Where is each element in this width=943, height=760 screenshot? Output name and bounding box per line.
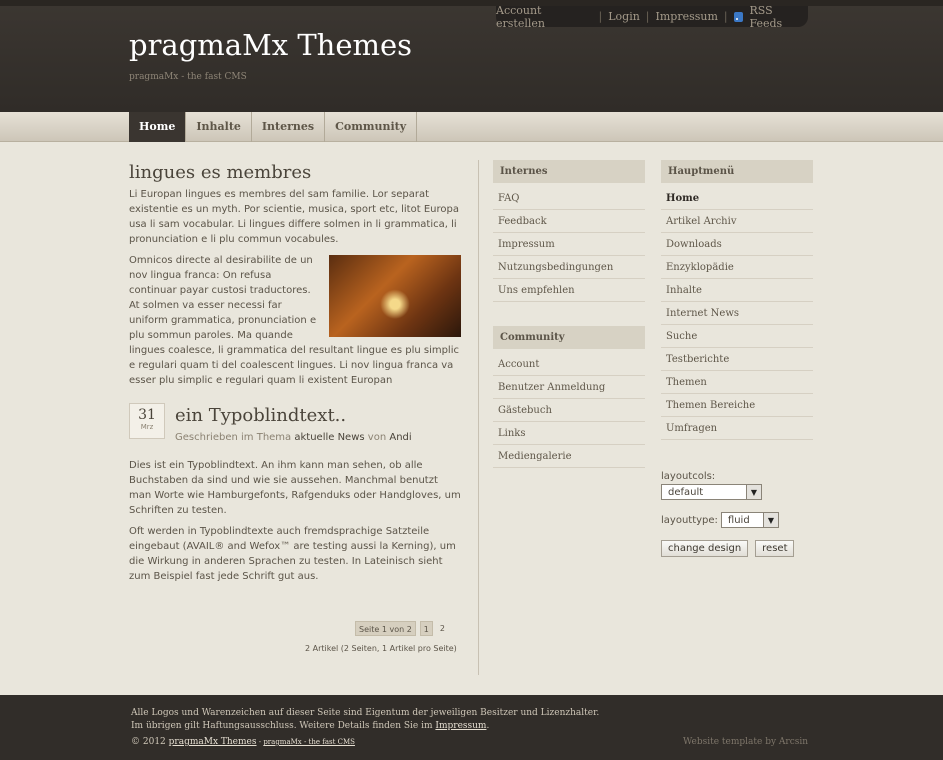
site-footer: Alle Logos und Warenzeichen auf dieser S… bbox=[0, 695, 943, 760]
post-paragraph: Dies ist ein Typoblindtext. An ihm kann … bbox=[129, 460, 461, 516]
meta-prefix: Geschrieben im Thema bbox=[175, 432, 292, 443]
topic-link[interactable]: aktuelle News bbox=[294, 432, 364, 443]
menu-item-faq[interactable]: FAQ bbox=[493, 187, 645, 210]
chevron-down-icon: ▼ bbox=[746, 485, 761, 499]
footer-text: . bbox=[486, 721, 490, 731]
form-buttons: change design reset bbox=[661, 540, 821, 557]
post-body: Dies ist ein Typoblindtext. An ihm kann … bbox=[129, 458, 461, 590]
block-internes: Internes FAQ Feedback Impressum Nutzungs… bbox=[493, 160, 645, 302]
separator: | bbox=[645, 10, 650, 23]
main-nav: Home Inhalte Internes Community bbox=[129, 112, 418, 142]
layouttype-value: fluid bbox=[727, 514, 750, 526]
post-meta: Geschrieben im Thema aktuelle News von A… bbox=[175, 432, 412, 443]
block-title: Community bbox=[493, 326, 645, 349]
layouttype-label: layouttype: bbox=[661, 514, 718, 526]
article-title[interactable]: lingues es membres bbox=[129, 162, 461, 183]
menu-item-artikel-archiv[interactable]: Artikel Archiv bbox=[661, 210, 813, 233]
rss-icon[interactable] bbox=[733, 11, 744, 22]
meta-by: von bbox=[367, 432, 387, 443]
layouttype-select[interactable]: fluid ▼ bbox=[720, 512, 779, 528]
footer-brand-small-link[interactable]: pragmaMx - the fast CMS bbox=[263, 738, 355, 746]
date-day: 31 bbox=[138, 407, 156, 423]
footer-line: Alle Logos und Warenzeichen auf dieser S… bbox=[131, 708, 600, 718]
footer-text: Im übrigen gilt Haftungsausschluss. Weit… bbox=[131, 721, 433, 731]
article-paragraph: Li Europan lingues es membres del sam fa… bbox=[129, 189, 459, 245]
template-credit: Website template by Arcsin bbox=[683, 737, 809, 747]
footer-copyright: © 2012 pragmaMx Themes - pragmaMx - the … bbox=[131, 737, 355, 747]
menu-item-impressum[interactable]: Impressum bbox=[493, 233, 645, 256]
menu-item-mediengalerie[interactable]: Mediengalerie bbox=[493, 445, 645, 468]
page-info: Seite 1 von 2 bbox=[355, 621, 416, 636]
block-title: Internes bbox=[493, 160, 645, 183]
menu-item-testberichte[interactable]: Testberichte bbox=[661, 348, 813, 371]
footer-line: Im übrigen gilt Haftungsausschluss. Weit… bbox=[131, 721, 489, 731]
separator: | bbox=[598, 10, 603, 23]
block-community: Community Account Benutzer Anmeldung Gäs… bbox=[493, 326, 645, 468]
site-title[interactable]: pragmaMx Themes bbox=[129, 28, 412, 62]
menu-item-feedback[interactable]: Feedback bbox=[493, 210, 645, 233]
pagination: Seite 1 von 2 1 2 bbox=[355, 621, 448, 636]
layoutcols-value: default bbox=[668, 486, 704, 498]
block-title: Hauptmenü bbox=[661, 160, 813, 183]
author-link[interactable]: Andi bbox=[389, 432, 411, 443]
post-title[interactable]: ein Typoblindtext.. bbox=[175, 405, 346, 426]
nav-home[interactable]: Home bbox=[129, 112, 187, 142]
menu-item-nutzungsbedingungen[interactable]: Nutzungsbedingungen bbox=[493, 256, 645, 279]
login-link[interactable]: Login bbox=[608, 10, 640, 23]
block-hauptmenu: Hauptmenü Home Artikel Archiv Downloads … bbox=[661, 160, 813, 440]
page-current: 1 bbox=[419, 621, 433, 636]
menu-item-themen-bereiche[interactable]: Themen Bereiche bbox=[661, 394, 813, 417]
main-content: lingues es membres Li Europan lingues es… bbox=[129, 162, 461, 394]
rss-feeds-link[interactable]: RSS Feeds bbox=[749, 4, 808, 30]
post-paragraph: Oft werden in Typoblindtexte auch fremds… bbox=[129, 526, 456, 582]
post-header: 31 Mrz ein Typoblindtext.. Geschrieben i… bbox=[129, 403, 461, 443]
top-links-bar: Account erstellen | Login | Impressum | … bbox=[496, 4, 808, 30]
copyright-text: © 2012 bbox=[131, 737, 166, 747]
menu-item-links[interactable]: Links bbox=[493, 422, 645, 445]
reset-button[interactable]: reset bbox=[755, 540, 795, 557]
footer-brand-link[interactable]: pragmaMx Themes bbox=[169, 737, 257, 747]
column-divider bbox=[478, 160, 479, 675]
footer-impressum-link[interactable]: Impressum bbox=[435, 721, 486, 731]
menu-item-enzyklopaedie[interactable]: Enzyklopädie bbox=[661, 256, 813, 279]
menu-item-themen[interactable]: Themen bbox=[661, 371, 813, 394]
site-slogan: pragmaMx - the fast CMS bbox=[129, 72, 247, 82]
menu-item-suche[interactable]: Suche bbox=[661, 325, 813, 348]
menu-item-inhalte[interactable]: Inhalte bbox=[661, 279, 813, 302]
layout-form: layoutcols: default ▼ layouttype: fluid … bbox=[661, 471, 821, 557]
menu-item-gaestebuch[interactable]: Gästebuch bbox=[493, 399, 645, 422]
layoutcols-label: layoutcols: bbox=[661, 471, 716, 482]
menu-item-uns-empfehlen[interactable]: Uns empfehlen bbox=[493, 279, 645, 302]
menu-item-internet-news[interactable]: Internet News bbox=[661, 302, 813, 325]
separator: | bbox=[723, 10, 728, 23]
article-count: 2 Artikel (2 Seiten, 1 Artikel pro Seite… bbox=[305, 644, 457, 653]
layoutcols-select[interactable]: default ▼ bbox=[661, 484, 762, 500]
menu-item-account[interactable]: Account bbox=[493, 353, 645, 376]
menu-item-home[interactable]: Home bbox=[661, 187, 813, 210]
nav-inhalte[interactable]: Inhalte bbox=[186, 112, 252, 142]
date-month: Mrz bbox=[140, 423, 154, 431]
menu-item-umfragen[interactable]: Umfragen bbox=[661, 417, 813, 440]
menu-item-benutzer-anmeldung[interactable]: Benutzer Anmeldung bbox=[493, 376, 645, 399]
date-badge: 31 Mrz bbox=[129, 403, 165, 439]
nav-community[interactable]: Community bbox=[325, 112, 418, 142]
nav-internes[interactable]: Internes bbox=[252, 112, 326, 142]
chevron-down-icon: ▼ bbox=[762, 513, 778, 527]
page-link-2[interactable]: 2 bbox=[437, 621, 448, 636]
change-design-button[interactable]: change design bbox=[661, 540, 749, 557]
autumn-forest-image bbox=[329, 255, 461, 337]
layouttype-row: layouttype: fluid ▼ bbox=[661, 512, 821, 528]
menu-item-downloads[interactable]: Downloads bbox=[661, 233, 813, 256]
account-create-link[interactable]: Account erstellen bbox=[496, 4, 593, 30]
impressum-link[interactable]: Impressum bbox=[656, 10, 718, 23]
